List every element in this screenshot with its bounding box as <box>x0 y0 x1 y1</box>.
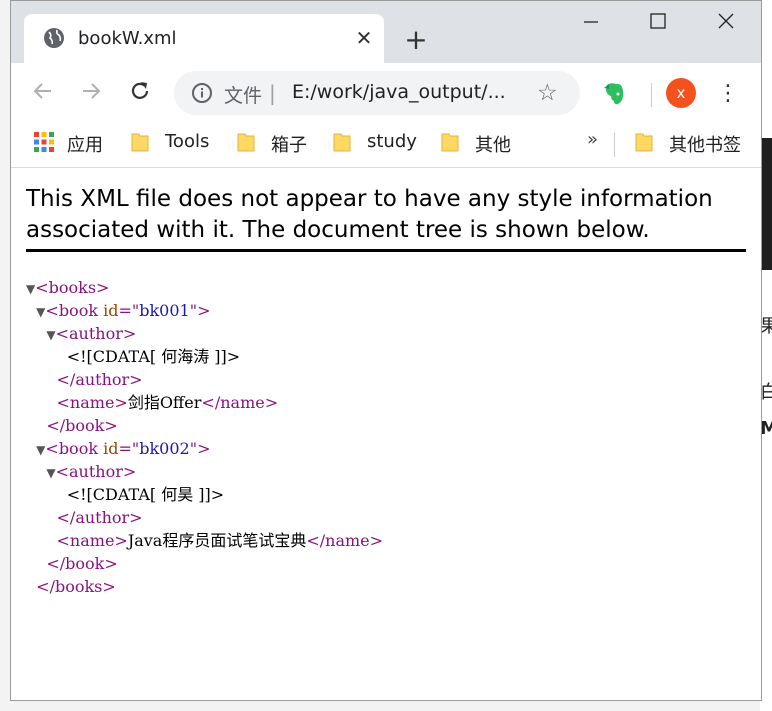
bookmarks-bar: 应用 Tools 箱子 study 其他 » 其他书签 <box>11 123 761 168</box>
bookmark-label: 其他 <box>475 135 511 156</box>
info-icon[interactable] <box>191 82 213 104</box>
xml-line: </books> <box>26 575 383 598</box>
profile-avatar[interactable]: x <box>666 78 696 108</box>
xml-text: 剑指Offer <box>127 393 202 412</box>
xml-tree: ▼<books> ▼<book id="bk001"> ▼<author> <!… <box>26 276 383 598</box>
title-bar: bookW.xml ✕ + <box>11 1 761 63</box>
xml-tag: <name> <box>56 531 128 550</box>
xml-tag: <name> <box>56 393 128 412</box>
bookmarks-divider <box>614 133 615 157</box>
folder-icon <box>441 133 459 152</box>
reload-button[interactable] <box>126 79 154 107</box>
new-tab-button[interactable]: + <box>401 25 431 55</box>
xml-cdata: <![CDATA[ 何昊 ]]> <box>66 485 225 504</box>
xml-info-header: This XML file does not appear to have an… <box>26 184 746 252</box>
minimize-button[interactable] <box>571 11 611 41</box>
xml-tag: <book <box>45 301 99 320</box>
toolbar-divider <box>651 83 652 107</box>
omnibox-separator: | <box>269 81 276 105</box>
globe-icon <box>44 28 64 48</box>
evernote-extension-icon[interactable] <box>599 79 629 109</box>
close-icon <box>718 13 734 29</box>
xml-line: ▼<books> <box>26 276 383 299</box>
close-window-button[interactable] <box>706 11 746 41</box>
collapse-triangle-icon[interactable]: ▼ <box>46 466 55 480</box>
collapse-triangle-icon[interactable]: ▼ <box>46 328 55 342</box>
xml-line: </book> <box>26 552 383 575</box>
xml-line: <![CDATA[ 何昊 ]]> <box>26 483 383 506</box>
folder-icon <box>131 133 149 152</box>
forward-button[interactable] <box>77 79 105 107</box>
xml-tag: </author> <box>56 370 143 389</box>
folder-icon <box>635 133 653 152</box>
apps-grid-icon <box>34 132 54 152</box>
menu-kebab-icon[interactable]: ⋮ <box>717 80 739 108</box>
xml-cdata: <![CDATA[ 何海涛 ]]> <box>66 347 241 366</box>
address-bar[interactable]: 文件 | E:/work/java_output/... ☆ <box>174 71 580 115</box>
browser-window: bookW.xml ✕ + 文件 | E:/work/java_output/.… <box>10 0 762 701</box>
xml-tag: <book <box>45 439 99 458</box>
tab-title: bookW.xml <box>78 28 177 49</box>
back-arrow-icon <box>33 83 51 99</box>
xml-line: </author> <box>26 506 383 529</box>
xml-tag: <books> <box>35 278 110 297</box>
xml-tag: </book> <box>46 416 118 435</box>
maximize-icon <box>650 13 666 29</box>
xml-line: ▼<author> <box>26 322 383 345</box>
collapse-triangle-icon[interactable]: ▼ <box>26 282 35 296</box>
xml-text: Java程序员面试笔试宝典 <box>127 531 307 550</box>
xml-attr-name: id <box>103 301 119 320</box>
xml-line: </author> <box>26 368 383 391</box>
xml-attr-value: bk001 <box>139 301 190 320</box>
xml-line: <name>Java程序员面试笔试宝典</name> <box>26 529 384 552</box>
xml-line: ▼<book id="bk002"> <box>36 439 211 458</box>
xml-line: ▼<book id="bk001"> <box>36 301 211 320</box>
bookmark-star-icon[interactable]: ☆ <box>537 80 558 106</box>
bookmark-label: 应用 <box>67 135 103 156</box>
xml-tag: <author> <box>55 324 137 343</box>
xml-tag: </name> <box>201 393 279 412</box>
xml-tag: <author> <box>55 462 137 481</box>
bookmark-label: 箱子 <box>271 135 307 156</box>
xml-line: <![CDATA[ 何海涛 ]]> <box>26 345 383 368</box>
bookmark-label: study <box>367 131 417 152</box>
xml-tag: </book> <box>46 554 118 573</box>
bookmark-label: 其他书签 <box>669 135 741 156</box>
minimize-icon <box>584 21 598 23</box>
close-tab-icon[interactable]: ✕ <box>353 27 375 49</box>
xml-tag: </books> <box>36 577 116 596</box>
xml-line: <name>剑指Offer</name> <box>26 391 383 414</box>
folder-icon <box>237 133 255 152</box>
maximize-button[interactable] <box>638 11 678 41</box>
xml-tag: </name> <box>306 531 384 550</box>
page-content: This XML file does not appear to have an… <box>11 168 761 700</box>
folder-icon <box>333 133 351 152</box>
tab-bookw-xml[interactable]: bookW.xml ✕ <box>24 14 384 63</box>
forward-arrow-icon <box>83 83 101 99</box>
file-label: 文件 <box>224 85 263 107</box>
url-text[interactable]: E:/work/java_output/... <box>292 81 506 103</box>
xml-tag: </author> <box>56 508 143 527</box>
xml-attr-name: id <box>103 439 119 458</box>
bookmarks-overflow-button[interactable]: » <box>587 129 598 150</box>
xml-attr-value: bk002 <box>139 439 190 458</box>
xml-line: </book> <box>26 414 383 437</box>
bookmark-label: Tools <box>165 131 210 152</box>
toolbar: 文件 | E:/work/java_output/... ☆ x ⋮ <box>11 63 761 123</box>
back-button[interactable] <box>29 79 57 107</box>
xml-line: ▼<author> <box>26 460 383 483</box>
reload-icon <box>131 82 149 99</box>
